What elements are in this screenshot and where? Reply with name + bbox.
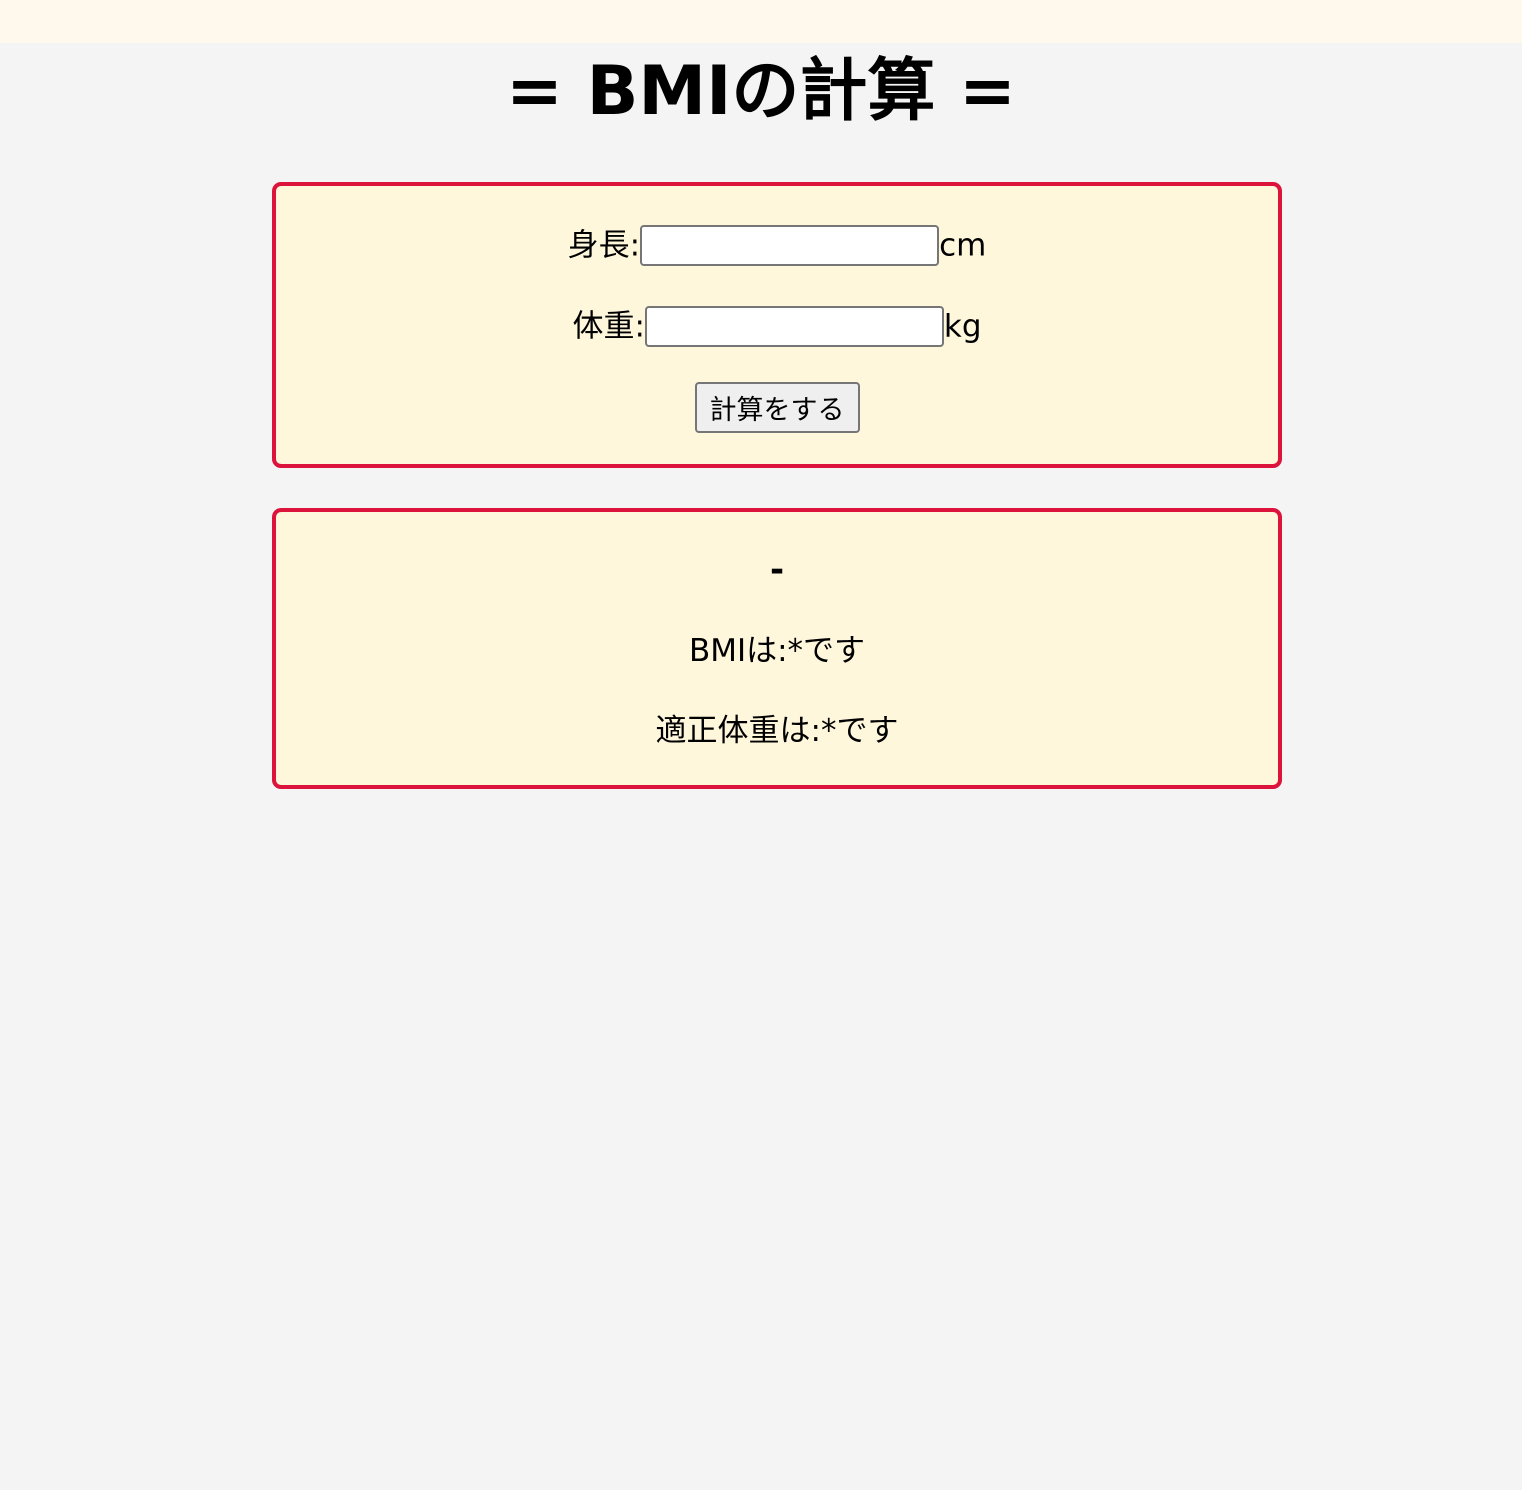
page-title: = BMIの計算 =: [505, 52, 1017, 131]
weight-label: 体重:: [572, 308, 645, 345]
height-row: 身長: cm: [276, 223, 1278, 267]
weight-row: 体重: kg: [276, 304, 1278, 348]
weight-input[interactable]: [644, 306, 944, 347]
height-input[interactable]: [640, 225, 940, 266]
ideal-weight-result: 適正体重は:*です: [655, 713, 899, 749]
height-label: 身長:: [567, 227, 641, 264]
input-panel: 身長: cm 体重: kg 計算をする: [272, 182, 1282, 468]
height-unit: cm: [939, 227, 987, 264]
top-strip: [0, 0, 1522, 43]
button-row: 計算をする: [276, 382, 1278, 433]
weight-unit: kg: [943, 308, 982, 345]
bmi-result: BMIは:*です: [688, 633, 866, 669]
result-panel: - BMIは:*です 適正体重は:*です: [272, 508, 1282, 789]
result-status: -: [769, 550, 785, 590]
calculate-button[interactable]: 計算をする: [694, 382, 860, 433]
